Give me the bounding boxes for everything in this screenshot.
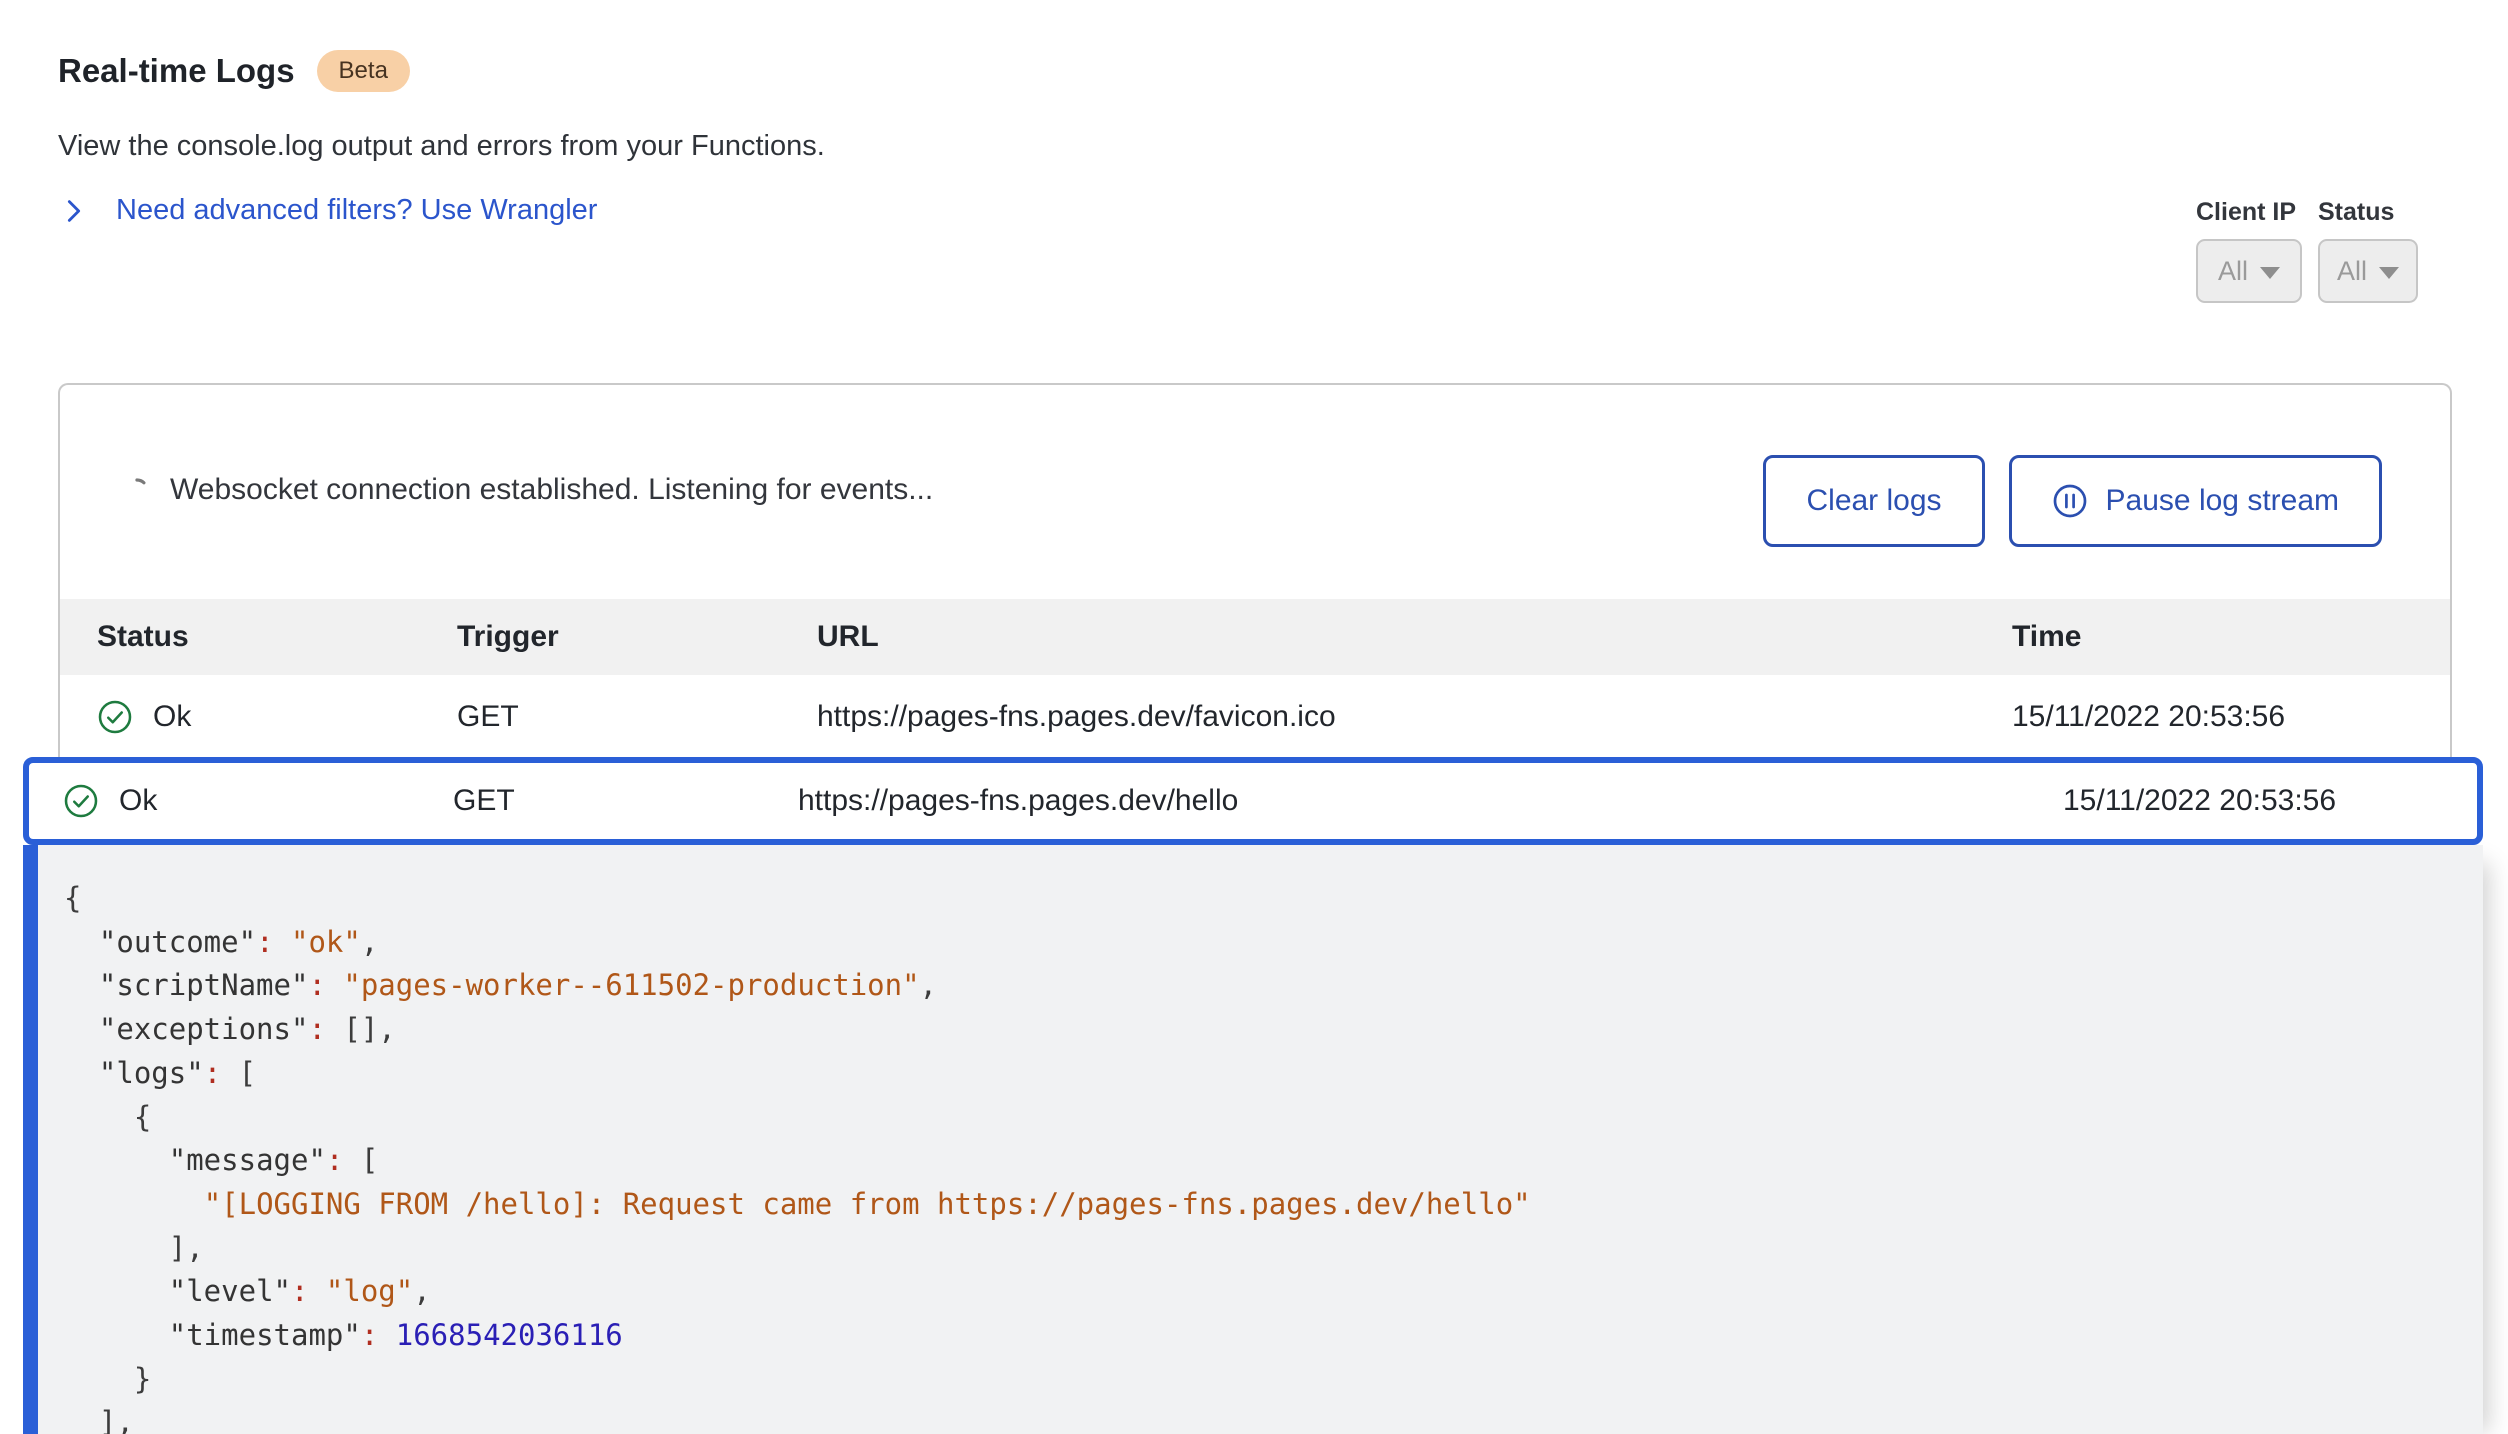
- chevron-right-icon: [60, 197, 88, 225]
- caret-down-icon: [2260, 267, 2280, 279]
- status-filter-group: Status All: [2318, 198, 2418, 303]
- time-cell: 15/11/2022 20:53:56: [2063, 763, 2336, 839]
- expanded-log-section: Ok GET https://pages-fns.pages.dev/hello…: [23, 757, 2483, 1434]
- beta-badge: Beta: [317, 50, 410, 92]
- trigger-cell: GET: [453, 763, 515, 839]
- wrangler-link[interactable]: Need advanced filters? Use Wrangler: [116, 194, 597, 227]
- status-dropdown-value: All: [2337, 256, 2367, 287]
- card-actions: Clear logs Pause log stream: [1763, 455, 2382, 547]
- pause-icon: [2052, 483, 2088, 519]
- time-cell: 15/11/2022 20:53:56: [2012, 675, 2285, 759]
- column-header-status: Status: [97, 599, 189, 675]
- log-table-row[interactable]: Ok GET https://pages-fns.pages.dev/favic…: [60, 675, 2450, 759]
- check-circle-icon: [63, 783, 99, 819]
- caret-down-icon: [2379, 267, 2399, 279]
- column-header-time: Time: [2012, 599, 2081, 675]
- page-header: Real-time Logs Beta: [58, 50, 410, 92]
- check-circle-icon: [97, 699, 133, 735]
- column-header-url: URL: [817, 599, 879, 675]
- client-ip-dropdown[interactable]: All: [2196, 239, 2302, 303]
- status-cell: Ok: [63, 763, 157, 839]
- client-ip-label: Client IP: [2196, 198, 2302, 227]
- pause-log-stream-button[interactable]: Pause log stream: [2009, 455, 2382, 547]
- status-cell: Ok: [97, 675, 191, 759]
- url-cell: https://pages-fns.pages.dev/hello: [798, 763, 1238, 839]
- column-header-trigger: Trigger: [457, 599, 559, 675]
- wrangler-link-row[interactable]: Need advanced filters? Use Wrangler: [60, 194, 597, 227]
- client-ip-dropdown-value: All: [2218, 256, 2248, 287]
- status-filter-label: Status: [2318, 198, 2418, 227]
- logs-card: Websocket connection established. Listen…: [58, 383, 2452, 757]
- pause-log-stream-label: Pause log stream: [2106, 484, 2339, 518]
- log-detail-panel: { "outcome": "ok", "scriptName": "pages-…: [23, 845, 2483, 1434]
- spinner-icon: [122, 475, 152, 505]
- trigger-cell: GET: [457, 675, 519, 759]
- log-json: { "outcome": "ok", "scriptName": "pages-…: [38, 845, 2483, 1434]
- status-value: Ok: [119, 784, 157, 818]
- status-value: Ok: [153, 700, 191, 734]
- page-description: View the console.log output and errors f…: [58, 130, 825, 163]
- table-header: Status Trigger URL Time: [60, 599, 2450, 675]
- stream-status-message: Websocket connection established. Listen…: [170, 473, 933, 507]
- status-dropdown[interactable]: All: [2318, 239, 2418, 303]
- clear-logs-button[interactable]: Clear logs: [1763, 455, 1984, 547]
- expanded-log-row[interactable]: Ok GET https://pages-fns.pages.dev/hello…: [23, 757, 2483, 845]
- page-title: Real-time Logs: [58, 52, 295, 90]
- clear-logs-label: Clear logs: [1806, 484, 1941, 518]
- client-ip-filter-group: Client IP All: [2196, 198, 2302, 303]
- stream-status: Websocket connection established. Listen…: [122, 473, 933, 507]
- url-cell: https://pages-fns.pages.dev/favicon.ico: [817, 675, 1336, 759]
